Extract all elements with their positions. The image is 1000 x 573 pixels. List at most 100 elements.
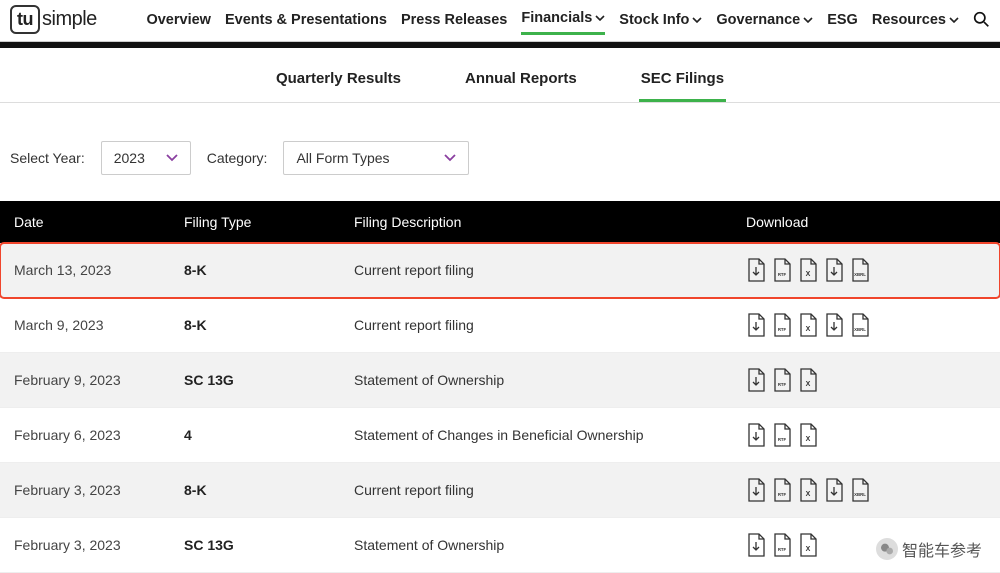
cell-description: Current report filing: [340, 298, 732, 353]
svg-text:X: X: [806, 546, 811, 553]
download-icons: RTF X XBRL: [746, 258, 986, 282]
watermark-text: 智能车参考: [902, 537, 982, 561]
x-download-icon[interactable]: X: [798, 368, 818, 392]
nav-item-resources[interactable]: Resources: [872, 6, 959, 34]
cell-download: RTF X XBRL: [732, 463, 1000, 518]
xbrl-download-icon[interactable]: XBRL: [850, 258, 870, 282]
doc-download-icon[interactable]: [824, 258, 844, 282]
cell-filing-type: 8-K: [170, 463, 340, 518]
svg-text:XBRL: XBRL: [854, 272, 866, 277]
chevron-down-icon: [692, 17, 702, 23]
nav-item-label: Financials: [521, 10, 592, 26]
chevron-down-icon: [949, 17, 959, 23]
doc-download-icon[interactable]: [824, 313, 844, 337]
svg-text:RTF: RTF: [778, 382, 787, 387]
filters-row: Select Year: 2023 Category: All Form Typ…: [0, 103, 1000, 201]
pdf-download-icon[interactable]: [746, 423, 766, 447]
nav-item-label: Overview: [146, 12, 211, 28]
chevron-down-icon: [595, 15, 605, 21]
subtabs: Quarterly Results Annual Reports SEC Filin…: [0, 48, 1000, 103]
cell-filing-type: 8-K: [170, 243, 340, 298]
cell-description: Current report filing: [340, 463, 732, 518]
cell-filing-type: 8-K: [170, 298, 340, 353]
nav-item-press-releases[interactable]: Press Releases: [401, 6, 507, 34]
cell-date: March 9, 2023: [0, 298, 170, 353]
table-row: February 3, 20238-KCurrent report filing…: [0, 463, 1000, 518]
category-select[interactable]: All Form Types: [283, 141, 469, 175]
table-row: February 6, 20234Statement of Changes in…: [0, 408, 1000, 463]
nav-item-financials[interactable]: Financials: [521, 4, 605, 35]
nav-item-label: Resources: [872, 12, 946, 28]
doc-download-icon[interactable]: [824, 478, 844, 502]
chevron-down-icon: [803, 17, 813, 23]
rtf-download-icon[interactable]: RTF: [772, 478, 792, 502]
download-icons: RTF X XBRL: [746, 478, 986, 502]
download-icons: RTF X: [746, 368, 986, 392]
subtab-annual-reports[interactable]: Annual Reports: [463, 62, 579, 102]
table-row: March 13, 20238-KCurrent report filingRT…: [0, 243, 1000, 298]
download-icons: RTF X XBRL: [746, 313, 986, 337]
pdf-download-icon[interactable]: [746, 258, 766, 282]
table-row: March 9, 20238-KCurrent report filing RTF…: [0, 298, 1000, 353]
header-download: Download: [732, 201, 1000, 243]
header-desc: Filing Description: [340, 201, 732, 243]
nav-item-label: Events & Presentations: [225, 12, 387, 28]
year-select[interactable]: 2023: [101, 141, 191, 175]
svg-text:X: X: [806, 271, 811, 278]
cell-download: RTF X XBRL: [732, 298, 1000, 353]
category-label: Category:: [207, 150, 268, 166]
nav-item-overview[interactable]: Overview: [146, 6, 211, 34]
rtf-download-icon[interactable]: RTF: [772, 368, 792, 392]
x-download-icon[interactable]: X: [798, 313, 818, 337]
xbrl-download-icon[interactable]: XBRL: [850, 313, 870, 337]
pdf-download-icon[interactable]: [746, 313, 766, 337]
filings-table: Date Filing Type Filing Description Down…: [0, 201, 1000, 573]
cell-filing-type: SC 13G: [170, 353, 340, 408]
nav-item-events-presentations[interactable]: Events & Presentations: [225, 6, 387, 34]
category-value: All Form Types: [296, 150, 389, 166]
nav-item-governance[interactable]: Governance: [716, 6, 813, 34]
x-download-icon[interactable]: X: [798, 258, 818, 282]
cell-filing-type: 4: [170, 408, 340, 463]
top-nav: tu simple Overview Events & Presentations…: [0, 0, 1000, 42]
cell-date: February 3, 2023: [0, 463, 170, 518]
pdf-download-icon[interactable]: [746, 368, 766, 392]
svg-text:RTF: RTF: [778, 492, 787, 497]
cell-description: Current report filing: [340, 243, 732, 298]
year-value: 2023: [114, 150, 145, 166]
pdf-download-icon[interactable]: [746, 478, 766, 502]
search-icon[interactable]: [973, 11, 990, 28]
x-download-icon[interactable]: X: [798, 423, 818, 447]
nav-item-esg[interactable]: ESG: [827, 6, 858, 34]
rtf-download-icon[interactable]: RTF: [772, 533, 792, 557]
table-row: February 9, 2023SC 13GStatement of Owner…: [0, 353, 1000, 408]
svg-text:XBRL: XBRL: [854, 327, 866, 332]
svg-text:RTF: RTF: [778, 327, 787, 332]
header-type: Filing Type: [170, 201, 340, 243]
x-download-icon[interactable]: X: [798, 533, 818, 557]
svg-text:X: X: [806, 326, 811, 333]
cell-download: RTF X XBRL: [732, 243, 1000, 298]
x-download-icon[interactable]: X: [798, 478, 818, 502]
subtab-quarterly-results[interactable]: Quarterly Results: [274, 62, 403, 102]
chevron-down-icon: [444, 154, 456, 162]
cell-download: RTF X: [732, 408, 1000, 463]
rtf-download-icon[interactable]: RTF: [772, 258, 792, 282]
cell-date: February 3, 2023: [0, 518, 170, 573]
nav-item-stock-info[interactable]: Stock Info: [619, 6, 702, 34]
svg-text:RTF: RTF: [778, 437, 787, 442]
logo-text: simple: [42, 8, 97, 31]
rtf-download-icon[interactable]: RTF: [772, 313, 792, 337]
nav-links: Overview Events & Presentations Press Rele…: [146, 4, 990, 35]
subtab-sec-filings[interactable]: SEC Filings: [639, 62, 726, 102]
rtf-download-icon[interactable]: RTF: [772, 423, 792, 447]
svg-text:RTF: RTF: [778, 547, 787, 552]
nav-item-label: Press Releases: [401, 12, 507, 28]
watermark: 智能车参考: [876, 537, 982, 561]
download-icons: RTF X: [746, 423, 986, 447]
svg-text:X: X: [806, 436, 811, 443]
header-date: Date: [0, 201, 170, 243]
xbrl-download-icon[interactable]: XBRL: [850, 478, 870, 502]
pdf-download-icon[interactable]: [746, 533, 766, 557]
logo[interactable]: tu simple: [10, 5, 97, 34]
